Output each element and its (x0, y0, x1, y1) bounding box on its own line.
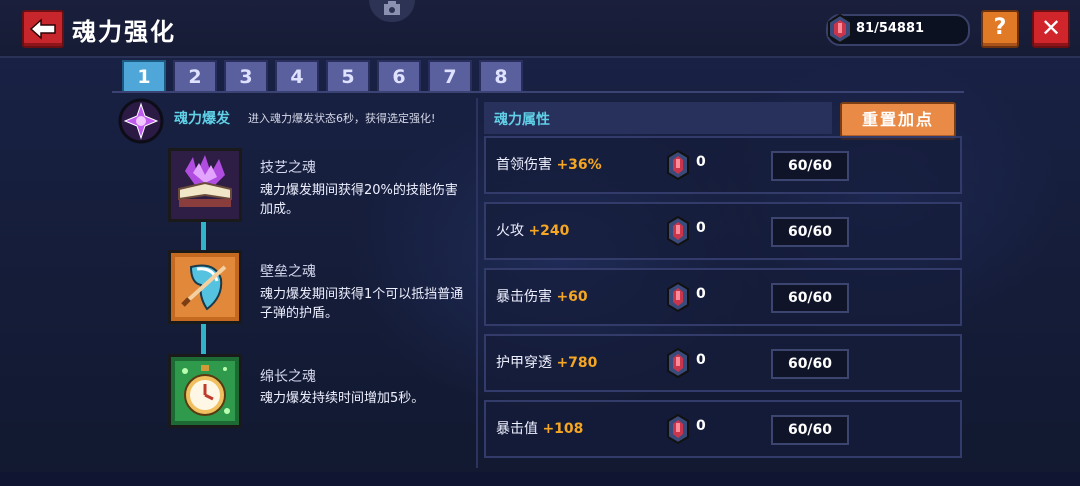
tab-rule (112, 91, 964, 93)
attribute-name: 护甲穿透 (496, 355, 552, 371)
soul-gem-icon (667, 348, 689, 378)
skill-description: 魂力爆发持续时间增加5秒。 (260, 391, 425, 406)
bottom-strip (0, 472, 1080, 486)
attribute-bonus: +60 (556, 289, 588, 305)
attributes-header: 魂力属性 (484, 102, 832, 134)
reset-points-button[interactable]: 重置加点 (840, 102, 956, 140)
skill-description: 魂力爆发期间获得20%的技能伤害加成。 (260, 183, 458, 217)
skill-name: 壁垒之魂 (260, 264, 316, 280)
tab-7[interactable]: 7 (428, 60, 472, 91)
attribute-name: 暴击伤害 (496, 289, 552, 305)
attribute-bonus: +780 (556, 355, 598, 371)
tab-5[interactable]: 5 (326, 60, 370, 91)
gem-count: 0 (696, 352, 706, 368)
page-title: 魂力强化 (72, 18, 176, 46)
soul-gem-icon (667, 216, 689, 246)
tab-6[interactable]: 6 (377, 60, 421, 91)
gem-count: 0 (696, 154, 706, 170)
tab-2[interactable]: 2 (173, 60, 217, 91)
attribute-bonus: +108 (542, 421, 584, 437)
skill-name: 技艺之魂 (260, 160, 316, 176)
attribute-bonus: +240 (528, 223, 570, 239)
soul-gem-counter: 81/54881 (826, 13, 970, 46)
attribute-level[interactable]: 60/60 (771, 151, 849, 181)
tab-1[interactable]: 1 (122, 60, 166, 91)
skill-icon-enduring-soul[interactable] (168, 354, 242, 428)
attribute-row: 暴击伤害 +60 0 60/60 (484, 268, 962, 326)
soul-gem-icon (667, 150, 689, 180)
attribute-row: 护甲穿透 +780 0 60/60 (484, 334, 962, 392)
attribute-row: 火攻 +240 0 60/60 (484, 202, 962, 260)
camera-icon[interactable] (369, 0, 415, 22)
panel-divider (476, 98, 478, 468)
skill-icon-bastion-soul[interactable] (168, 250, 242, 324)
skill-connector (201, 220, 206, 250)
back-arrow-icon (29, 18, 56, 40)
attributes-title: 魂力属性 (494, 112, 550, 128)
skill-connector (201, 322, 206, 354)
attribute-row: 首领伤害 +36% 0 60/60 (484, 136, 962, 194)
attribute-level[interactable]: 60/60 (771, 283, 849, 313)
currency-value: 81/54881 (856, 21, 925, 36)
soul-burst-icon (118, 98, 164, 144)
close-button[interactable]: ✕ (1032, 10, 1070, 48)
soul-gem-icon (828, 13, 852, 45)
help-button[interactable]: ? (981, 10, 1019, 48)
shield-icon (171, 253, 239, 321)
attribute-name: 火攻 (496, 223, 524, 239)
skill-description: 魂力爆发期间获得1个可以抵挡普通子弹的护盾。 (260, 287, 464, 321)
back-button[interactable] (22, 10, 64, 48)
stopwatch-icon (171, 357, 239, 425)
attribute-level[interactable]: 60/60 (771, 349, 849, 379)
attribute-name: 暴击值 (496, 421, 538, 437)
attribute-name: 首领伤害 (496, 157, 552, 173)
soul-gem-icon (667, 414, 689, 444)
top-bar-divider (0, 56, 1080, 58)
gem-count: 0 (696, 286, 706, 302)
magic-book-icon (171, 151, 239, 219)
soul-burst-description: 进入魂力爆发状态6秒，获得选定强化! (248, 112, 436, 125)
attribute-level[interactable]: 60/60 (771, 415, 849, 445)
tab-3[interactable]: 3 (224, 60, 268, 91)
soul-gem-icon (667, 282, 689, 312)
attribute-level[interactable]: 60/60 (771, 217, 849, 247)
attribute-bonus: +36% (556, 157, 602, 173)
soul-burst-title: 魂力爆发 (174, 111, 230, 127)
gem-count: 0 (696, 220, 706, 236)
skill-icon-craft-soul[interactable] (168, 148, 242, 222)
gem-count: 0 (696, 418, 706, 434)
tab-4[interactable]: 4 (275, 60, 319, 91)
attribute-row: 暴击值 +108 0 60/60 (484, 400, 962, 458)
skill-name: 绵长之魂 (260, 369, 316, 385)
tab-8[interactable]: 8 (479, 60, 523, 91)
